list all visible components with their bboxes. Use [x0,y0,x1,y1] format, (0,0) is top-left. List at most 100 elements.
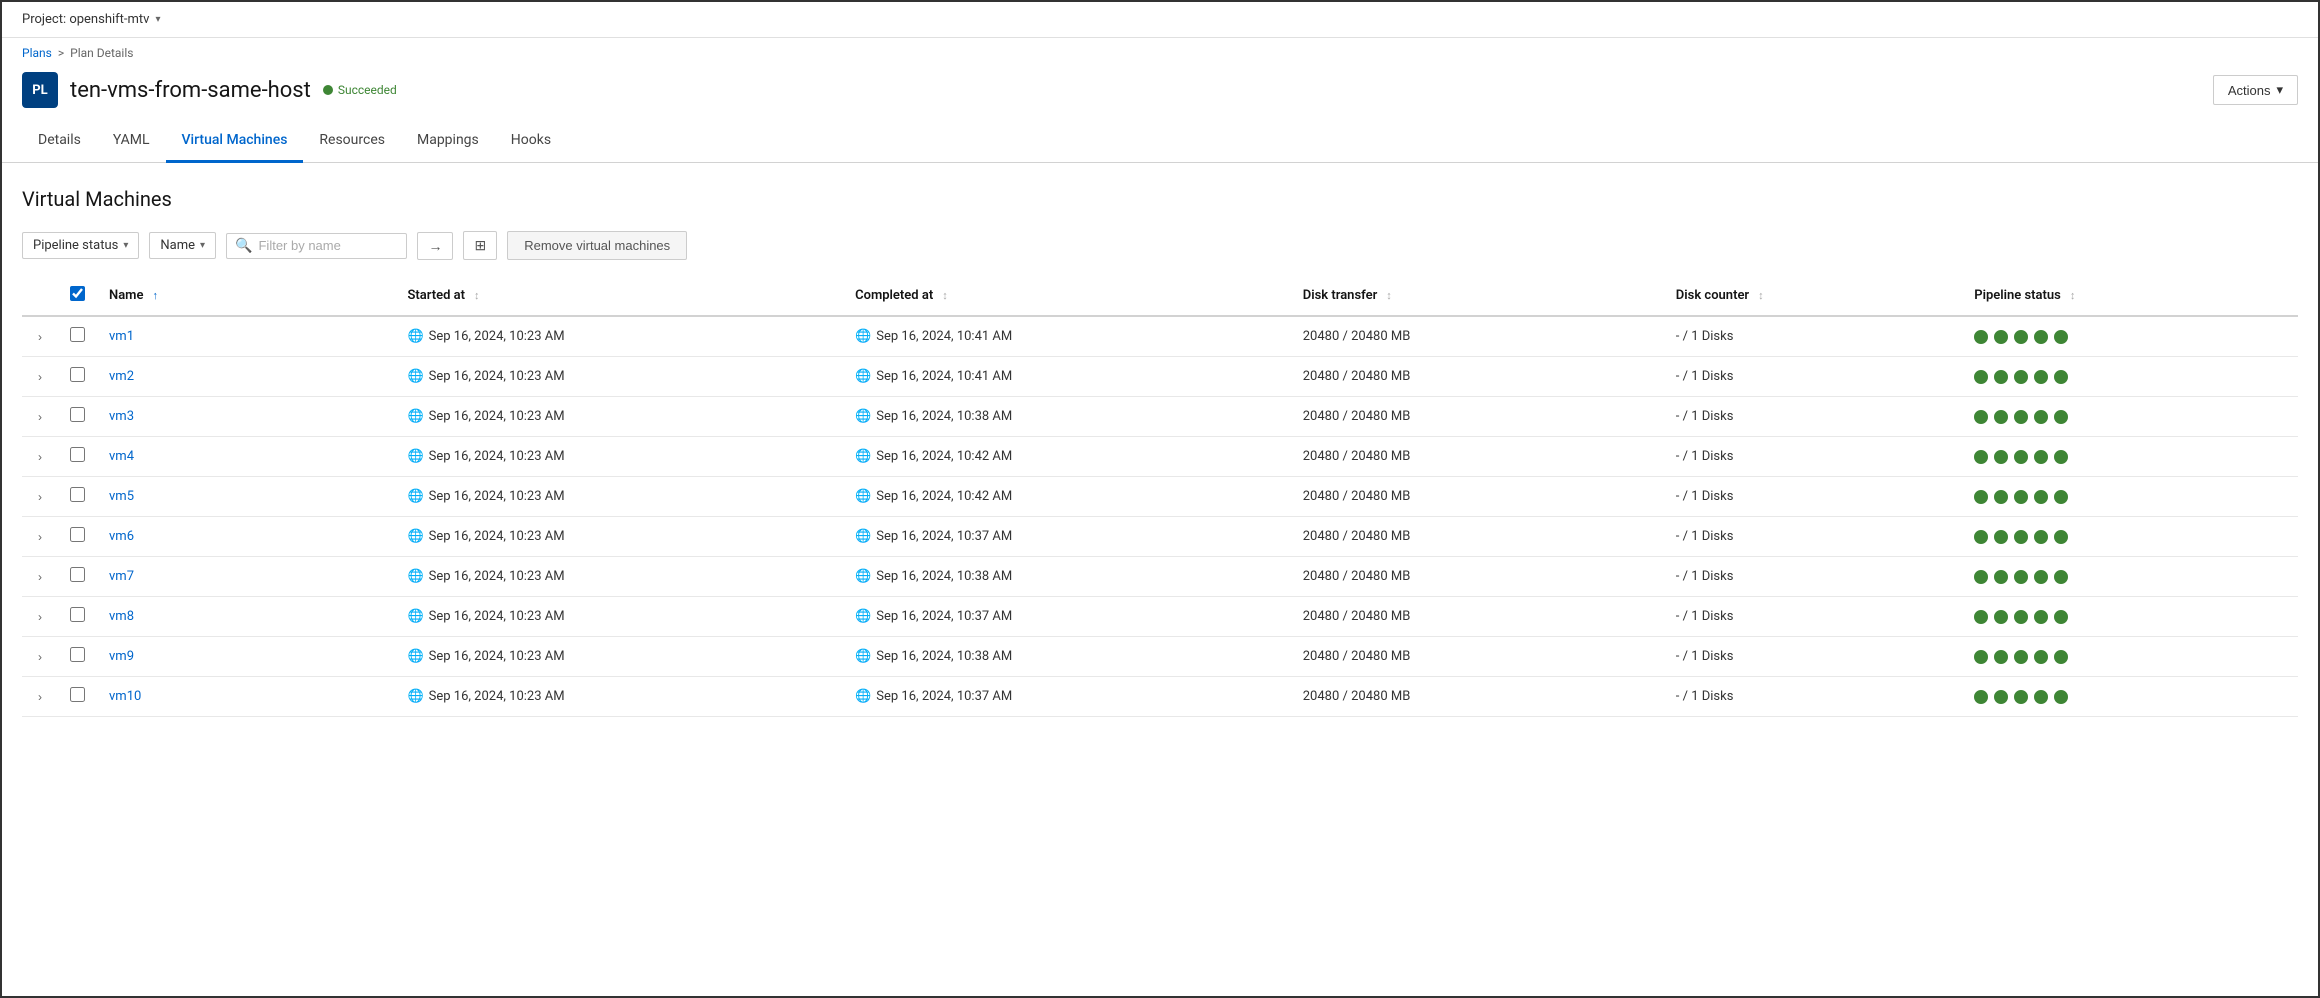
row-checkbox[interactable] [70,407,85,422]
pipeline-dot [2014,570,2028,584]
globe-icon: 🌐 [407,689,423,704]
expand-row-button[interactable]: › [34,528,46,546]
completed-at-value: 🌐Sep 16, 2024, 10:38 AM [855,569,1279,584]
tab-mappings[interactable]: Mappings [401,120,495,163]
expand-row-button[interactable]: › [34,688,46,706]
started-at-value: 🌐Sep 16, 2024, 10:23 AM [407,489,831,504]
pl-badge: PL [22,72,58,108]
project-selector[interactable]: Project: openshift-mtv ▾ [22,12,161,27]
vm-name-link[interactable]: vm8 [109,609,134,624]
pipeline-status-value [1962,437,2298,477]
pipeline-dots [1974,570,2286,584]
vm-name-link[interactable]: vm3 [109,409,134,424]
row-checkbox[interactable] [70,527,85,542]
th-started-at: Started at ↕ [395,276,843,316]
disk-transfer-sort-icon[interactable]: ↕ [1386,289,1392,302]
th-disk-transfer-label: Disk transfer [1303,288,1378,303]
th-started-label: Started at [407,288,465,303]
th-completed-label: Completed at [855,288,933,303]
completed-sort-icon[interactable]: ↕ [942,289,948,302]
row-checkbox[interactable] [70,647,85,662]
completed-at-value: 🌐Sep 16, 2024, 10:37 AM [855,689,1279,704]
pipeline-status-dropdown[interactable]: Pipeline status ▾ [22,232,139,259]
globe-icon: 🌐 [855,649,871,664]
th-name: Name ↑ [97,276,395,316]
expand-row-button[interactable]: › [34,488,46,506]
expand-row-button[interactable]: › [34,608,46,626]
pipeline-dot [2034,610,2048,624]
vm-name-link[interactable]: vm7 [109,569,134,584]
vm-name-link[interactable]: vm6 [109,529,134,544]
table-header-row: Name ↑ Started at ↕ Comp [22,276,2298,316]
completed-at-value: 🌐Sep 16, 2024, 10:38 AM [855,409,1279,424]
pipeline-dot [2054,330,2068,344]
disk-transfer-value: 20480 / 20480 MB [1291,437,1664,477]
expand-row-button[interactable]: › [34,448,46,466]
table-row: ›vm5🌐Sep 16, 2024, 10:23 AM🌐Sep 16, 2024… [22,477,2298,517]
pipeline-dots [1974,330,2286,344]
vm-name-link[interactable]: vm5 [109,489,134,504]
status-text: Succeeded [338,83,397,97]
disk-counter-value: - / 1 Disks [1664,597,1962,637]
pipeline-dot [2054,650,2068,664]
vm-name-link[interactable]: vm9 [109,649,134,664]
pipeline-dots [1974,490,2286,504]
vm-name-link[interactable]: vm2 [109,369,134,384]
actions-button[interactable]: Actions ▾ [2213,75,2298,105]
tab-hooks[interactable]: Hooks [495,120,567,163]
globe-icon: 🌐 [407,649,423,664]
pipeline-dot [2034,330,2048,344]
row-checkbox[interactable] [70,327,85,342]
row-checkbox[interactable] [70,367,85,382]
columns-icon: ⊞ [474,237,486,253]
breadcrumb-plans-link[interactable]: Plans [22,46,52,60]
pipeline-dot [2014,610,2028,624]
search-arrow-button[interactable]: → [417,232,453,260]
disk-counter-value: - / 1 Disks [1664,397,1962,437]
expand-row-button[interactable]: › [34,368,46,386]
row-checkbox[interactable] [70,687,85,702]
expand-row-button[interactable]: › [34,408,46,426]
row-checkbox[interactable] [70,447,85,462]
pipeline-dot [2054,690,2068,704]
select-all-checkbox[interactable] [70,286,85,301]
remove-vms-button[interactable]: Remove virtual machines [507,231,687,260]
expand-row-button[interactable]: › [34,648,46,666]
arrow-icon: → [428,238,442,254]
table-row: ›vm7🌐Sep 16, 2024, 10:23 AM🌐Sep 16, 2024… [22,557,2298,597]
disk-counter-value: - / 1 Disks [1664,517,1962,557]
disk-counter-value: - / 1 Disks [1664,557,1962,597]
expand-row-button[interactable]: › [34,568,46,586]
name-dropdown[interactable]: Name ▾ [149,232,216,259]
pipeline-dot [2054,370,2068,384]
started-sort-icon[interactable]: ↕ [474,289,480,302]
tab-virtual-machines[interactable]: Virtual Machines [166,120,304,163]
th-expand [22,276,58,316]
vm-name-link[interactable]: vm4 [109,449,134,464]
tab-resources[interactable]: Resources [303,120,401,163]
tab-details[interactable]: Details [22,120,97,163]
pipeline-dot [1974,370,1988,384]
table-row: ›vm9🌐Sep 16, 2024, 10:23 AM🌐Sep 16, 2024… [22,637,2298,677]
pipeline-status-value [1962,517,2298,557]
expand-row-button[interactable]: › [34,328,46,346]
row-checkbox[interactable] [70,487,85,502]
pipeline-dot [2014,690,2028,704]
started-at-value: 🌐Sep 16, 2024, 10:23 AM [407,329,831,344]
pipeline-dots [1974,450,2286,464]
search-input[interactable] [258,238,398,253]
disk-counter-sort-icon[interactable]: ↕ [1758,289,1764,302]
columns-button[interactable]: ⊞ [463,231,497,260]
disk-counter-value: - / 1 Disks [1664,637,1962,677]
th-check [58,276,97,316]
tab-yaml[interactable]: YAML [97,120,166,163]
pipeline-sort-icon[interactable]: ↕ [2070,289,2076,302]
vm-name-link[interactable]: vm1 [109,329,134,344]
started-at-value: 🌐Sep 16, 2024, 10:23 AM [407,449,831,464]
completed-at-value: 🌐Sep 16, 2024, 10:38 AM [855,649,1279,664]
name-sort-icon[interactable]: ↑ [152,289,158,302]
disk-transfer-value: 20480 / 20480 MB [1291,517,1664,557]
row-checkbox[interactable] [70,567,85,582]
vm-name-link[interactable]: vm10 [109,689,141,704]
row-checkbox[interactable] [70,607,85,622]
